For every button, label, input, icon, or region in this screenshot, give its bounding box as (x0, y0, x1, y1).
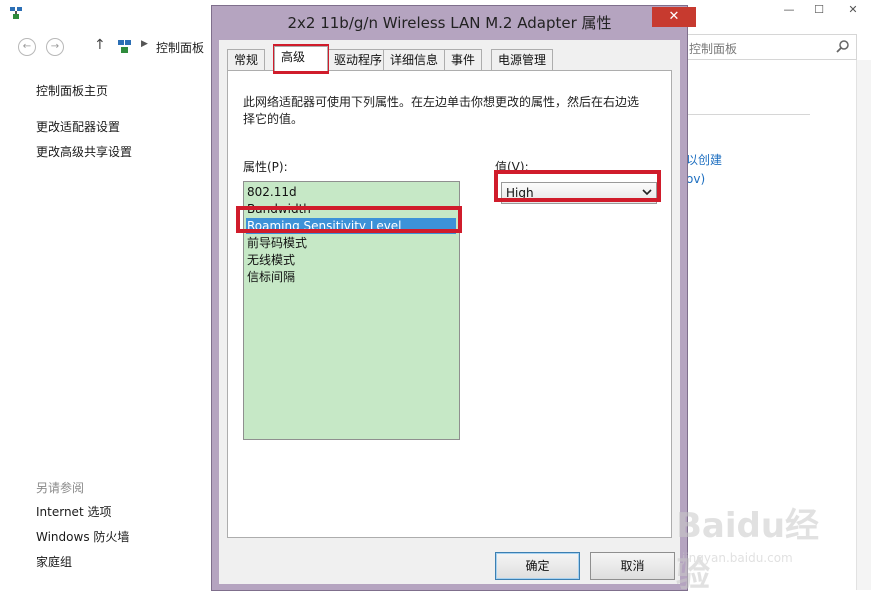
tab-advanced[interactable]: 高级 (274, 46, 328, 71)
value-label: 值(V): (495, 160, 529, 174)
value-dropdown[interactable]: High (501, 182, 657, 204)
tab-events[interactable]: 事件 (444, 49, 483, 70)
value-selected-text: High (506, 186, 534, 200)
list-item[interactable]: 前导码模式 (247, 235, 307, 251)
tab-power-management[interactable]: 电源管理 (491, 49, 554, 70)
divider (686, 114, 810, 115)
panel-description: 此网络适配器可使用下列属性。在左边单击你想更改的属性，然后在右边选择它的值。 (243, 95, 640, 126)
list-item-selected[interactable]: Roaming Sensitivity Level (246, 218, 456, 234)
see-also-firewall[interactable]: Windows 防火墙 (36, 528, 129, 545)
maximize-button[interactable]: ☐ (806, 0, 832, 18)
up-button[interactable]: ↑ (94, 37, 106, 53)
breadcrumb[interactable]: 控制面板 (156, 39, 204, 56)
window-close-button[interactable]: ✕ (836, 0, 870, 18)
watermark-logo: Baidu经验 (676, 506, 820, 595)
scrollbar[interactable] (856, 60, 871, 590)
watermark-url: jingyan.baidu.com (682, 551, 793, 565)
minimize-button[interactable]: — (776, 0, 802, 18)
list-item[interactable]: Bandwidth (247, 201, 311, 217)
forward-button[interactable]: → (46, 38, 64, 56)
tab-general[interactable]: 常规 (227, 49, 266, 70)
breadcrumb-separator-icon: ▶ (141, 39, 148, 49)
advanced-tab-panel: 此网络适配器可使用下列属性。在左边单击你想更改的属性，然后在右边选择它的值。 属… (227, 70, 672, 538)
search-icon[interactable] (836, 39, 850, 53)
list-item[interactable]: 信标间隔 (247, 269, 295, 285)
sidebar-link-sharing-settings[interactable]: 更改高级共享设置 (36, 143, 132, 160)
cancel-button[interactable]: 取消 (590, 552, 675, 580)
partial-link-text[interactable]: 以创建 (686, 151, 722, 168)
control-panel-icon (118, 40, 131, 53)
tab-details[interactable]: 详细信息 (383, 49, 446, 70)
ok-button[interactable]: 确定 (495, 552, 580, 580)
search-box[interactable]: 控制面板 (680, 34, 857, 60)
adapter-properties-dialog: 2x2 11b/g/n Wireless LAN M.2 Adapter 属性 … (211, 5, 696, 591)
list-item[interactable]: 802.11d (247, 184, 297, 200)
property-label: 属性(P): (243, 160, 288, 174)
see-also-heading: 另请参阅 (36, 481, 85, 495)
tab-driver[interactable]: 驱动程序 (327, 49, 390, 70)
chevron-down-icon[interactable] (642, 187, 652, 197)
search-input[interactable]: 控制面板 (689, 40, 737, 57)
network-app-icon (10, 7, 22, 19)
partial-link-text-2[interactable]: ov) (686, 172, 705, 186)
sidebar-link-home[interactable]: 控制面板主页 (36, 82, 108, 99)
sidebar-link-adapter-settings[interactable]: 更改适配器设置 (36, 118, 120, 135)
see-also-internet-options[interactable]: Internet 选项 (36, 503, 111, 520)
dialog-body: 常规 高级 驱动程序 详细信息 事件 电源管理 此网络适配器可使用下列属性。在左… (219, 40, 680, 584)
list-item[interactable]: 无线模式 (247, 252, 295, 268)
dialog-title: 2x2 11b/g/n Wireless LAN M.2 Adapter 属性 (287, 14, 612, 32)
dialog-close-button[interactable]: ✕ (652, 7, 696, 27)
back-button[interactable]: ← (18, 38, 36, 56)
property-list[interactable]: 802.11d Bandwidth Roaming Sensitivity Le… (243, 181, 460, 440)
watermark: Baidu经验 jingyan.baidu.com (676, 498, 836, 595)
see-also-homegroup[interactable]: 家庭组 (36, 553, 72, 570)
